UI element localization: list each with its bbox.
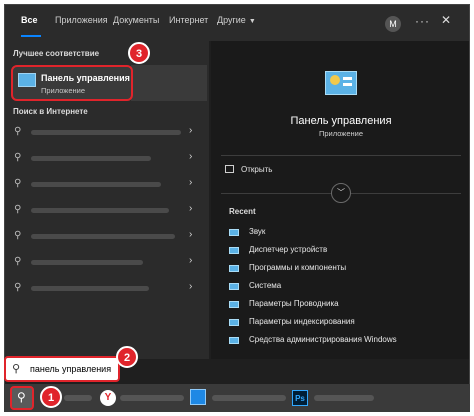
search-icon: ⚲ xyxy=(14,204,22,215)
best-match-highlight xyxy=(131,65,207,101)
web-result[interactable]: ⚲ › xyxy=(5,279,209,300)
recent-item-label: Система xyxy=(249,281,282,290)
control-panel-icon xyxy=(229,247,239,254)
web-result[interactable]: ⚲ › xyxy=(5,201,209,222)
blurred-suggestion xyxy=(31,182,161,187)
search-icon: ⚲ xyxy=(14,256,22,267)
divider xyxy=(221,155,461,156)
bar-line-icon xyxy=(343,83,352,86)
yandex-browser-icon[interactable]: Y xyxy=(100,390,116,406)
recent-item-label: Диспетчер устройств xyxy=(249,245,328,254)
tab-documents[interactable]: Документы xyxy=(113,15,159,25)
blurred-suggestion xyxy=(31,260,143,265)
search-query: панель управления xyxy=(30,364,112,374)
best-match-subtitle: Приложение xyxy=(41,86,85,95)
avatar[interactable]: M xyxy=(385,16,401,32)
photoshop-icon[interactable]: Ps xyxy=(292,390,308,406)
web-result[interactable]: ⚲ › xyxy=(5,149,209,170)
open-action[interactable]: Открыть xyxy=(241,165,272,174)
control-panel-icon xyxy=(325,71,357,95)
chevron-right-icon[interactable]: › xyxy=(189,229,192,240)
blurred-suggestion xyxy=(31,286,149,291)
expand-chevron-icon[interactable]: ﹀ xyxy=(331,183,351,203)
blurred-suggestion xyxy=(31,130,181,135)
step-badge-1: 1 xyxy=(40,386,62,408)
search-icon: ⚲ xyxy=(14,230,22,241)
search-icon: ⚲ xyxy=(14,178,22,189)
chevron-right-icon[interactable]: › xyxy=(189,177,192,188)
recent-item-label: Параметры Проводника xyxy=(249,299,339,308)
results-panel: Лучшее соответствие Панель управления Пр… xyxy=(5,41,209,359)
blurred-taskbar-item xyxy=(64,395,92,401)
search-icon: ⚲ xyxy=(14,126,22,137)
best-match-title: Панель управления xyxy=(41,73,130,83)
control-panel-icon xyxy=(229,229,239,236)
recent-item-label: Программы и компоненты xyxy=(249,263,347,272)
detail-title: Панель управления xyxy=(290,115,392,127)
recent-heading: Recent xyxy=(229,207,256,216)
control-panel-icon xyxy=(229,337,239,344)
tab-internet[interactable]: Интернет xyxy=(169,15,208,25)
more-options-icon[interactable]: ··· xyxy=(415,14,430,28)
blurred-taskbar-item xyxy=(314,395,374,401)
tab-other[interactable]: Другие ▼ xyxy=(217,15,256,25)
open-icon xyxy=(225,165,234,173)
best-match-result[interactable]: Панель управления Приложение xyxy=(11,65,133,101)
recent-item-label: Параметры индексирования xyxy=(249,317,355,326)
control-panel-icon xyxy=(229,319,239,326)
search-window: Все Приложения Документы Интернет Другие… xyxy=(4,4,470,412)
detail-panel: Панель управления Приложение Открыть ﹀ R… xyxy=(211,41,469,359)
close-icon[interactable]: ✕ xyxy=(441,13,451,27)
chevron-right-icon[interactable]: › xyxy=(189,125,192,136)
tab-other-label: Другие xyxy=(217,15,246,25)
taskbar: ⚲ Y Ps xyxy=(4,384,470,412)
recent-item-label: Средства администрирования Windows xyxy=(249,335,397,344)
blurred-suggestion xyxy=(31,156,151,161)
detail-subtitle: Приложение xyxy=(319,129,363,138)
control-panel-icon xyxy=(18,73,36,87)
web-result[interactable]: ⚲ › xyxy=(5,123,209,144)
blurred-suggestion xyxy=(31,234,175,239)
tab-apps[interactable]: Приложения xyxy=(55,15,108,25)
step-badge-3: 3 xyxy=(128,42,150,64)
calendar-icon[interactable] xyxy=(190,389,206,405)
chevron-down-icon: ▼ xyxy=(248,18,256,25)
chevron-right-icon[interactable]: › xyxy=(189,203,192,214)
active-tab-indicator xyxy=(21,35,41,37)
control-panel-icon xyxy=(229,283,239,290)
control-panel-icon xyxy=(229,301,239,308)
recent-item-label: Звук xyxy=(249,227,266,236)
taskbar-search-button[interactable]: ⚲ xyxy=(10,386,34,410)
blurred-taskbar-item xyxy=(212,395,286,401)
best-match-heading: Лучшее соответствие xyxy=(13,49,100,58)
control-panel-icon xyxy=(229,265,239,272)
step-badge-2: 2 xyxy=(116,346,138,368)
tab-bar: Все Приложения Документы Интернет Другие… xyxy=(5,5,469,41)
search-icon: ⚲ xyxy=(17,390,26,404)
web-search-heading: Поиск в Интернете xyxy=(13,107,88,116)
web-result[interactable]: ⚲ › xyxy=(5,253,209,274)
web-result[interactable]: ⚲ › xyxy=(5,175,209,196)
search-icon: ⚲ xyxy=(14,152,22,163)
bar-line-icon xyxy=(343,77,352,80)
pie-chart-icon xyxy=(330,75,340,85)
chevron-right-icon[interactable]: › xyxy=(189,281,192,292)
search-icon: ⚲ xyxy=(14,282,22,293)
blurred-taskbar-item xyxy=(120,395,184,401)
chevron-right-icon[interactable]: › xyxy=(189,151,192,162)
chevron-right-icon[interactable]: › xyxy=(189,255,192,266)
search-icon: ⚲ xyxy=(12,363,21,375)
web-result[interactable]: ⚲ › xyxy=(5,227,209,248)
blurred-suggestion xyxy=(31,208,169,213)
tab-all[interactable]: Все xyxy=(21,15,38,25)
search-input[interactable]: ⚲ панель управления xyxy=(4,356,120,382)
